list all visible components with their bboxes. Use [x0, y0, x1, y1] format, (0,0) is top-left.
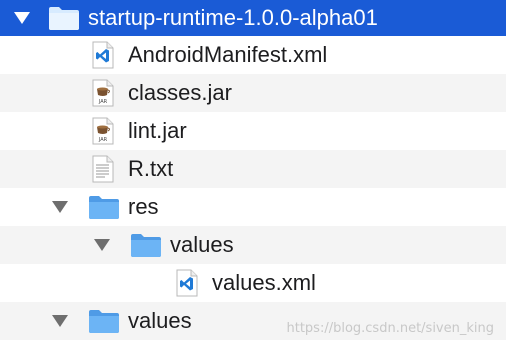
vscode-file-icon	[92, 41, 114, 69]
tree-row-folder[interactable]: values	[0, 226, 506, 264]
tree-row-label: lint.jar	[128, 118, 187, 143]
disclosure-triangle-icon[interactable]	[52, 314, 68, 328]
tree-row-root[interactable]: startup-runtime-1.0.0-alpha01	[0, 0, 506, 36]
jar-file-icon: JAR	[92, 79, 114, 107]
tree-row-label: classes.jar	[128, 80, 232, 105]
tree-row-file[interactable]: JAR classes.jar	[0, 74, 506, 112]
file-tree: startup-runtime-1.0.0-alpha01 AndroidMan…	[0, 0, 506, 342]
vscode-file-icon	[176, 269, 198, 297]
disclosure-triangle-icon[interactable]	[94, 238, 110, 252]
disclosure-triangle-icon[interactable]	[14, 11, 30, 25]
tree-row-label: R.txt	[128, 156, 174, 181]
tree-row-label: values	[128, 308, 192, 333]
tree-row-folder[interactable]: res	[0, 188, 506, 226]
folder-icon	[89, 310, 119, 333]
folder-icon	[49, 7, 79, 30]
disclosure-triangle-icon[interactable]	[52, 200, 68, 214]
tree-row-label: values	[170, 232, 234, 257]
tree-row-label: values.xml	[212, 270, 316, 295]
jar-badge: JAR	[98, 137, 108, 143]
folder-icon	[89, 196, 119, 219]
text-file-icon	[92, 155, 114, 183]
jar-file-icon: JAR	[92, 117, 114, 145]
folder-icon	[131, 234, 161, 257]
tree-row-label: startup-runtime-1.0.0-alpha01	[88, 5, 378, 30]
tree-row-file[interactable]: values.xml	[0, 264, 506, 302]
tree-row-file[interactable]: AndroidManifest.xml	[0, 36, 506, 74]
tree-row-file[interactable]: JAR lint.jar	[0, 112, 506, 150]
jar-badge: JAR	[98, 99, 108, 105]
tree-row-file[interactable]: R.txt	[0, 150, 506, 188]
tree-row-label: res	[128, 194, 159, 219]
watermark-text: https://blog.csdn.net/siven_king	[286, 321, 494, 336]
tree-row-label: AndroidManifest.xml	[128, 42, 328, 67]
